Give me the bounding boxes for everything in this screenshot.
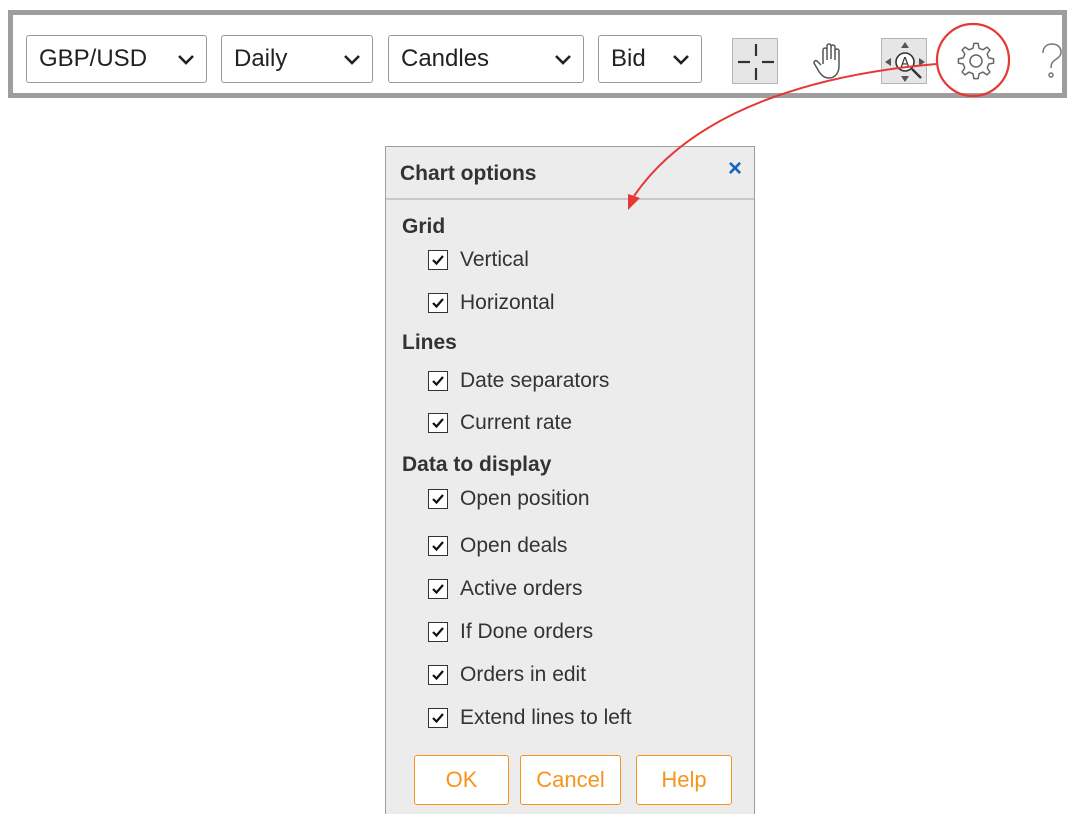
pan-tool-button[interactable]: [809, 38, 855, 84]
chevron-down-icon: [673, 55, 689, 65]
checkmark-icon: [432, 494, 444, 505]
option-label: Date separators: [460, 369, 610, 392]
option-extend-lines-left[interactable]: Extend lines to left: [428, 704, 632, 732]
chart-options-dialog: Chart options × Grid Vertical Horizontal…: [385, 146, 755, 814]
dialog-title: Chart options: [400, 162, 537, 185]
option-label: If Done orders: [460, 620, 594, 643]
hand-pan-icon: [813, 43, 840, 79]
option-open-deals[interactable]: Open deals: [428, 532, 567, 560]
checkbox[interactable]: [428, 579, 448, 599]
section-data-title: Data to display: [402, 453, 552, 476]
period-select[interactable]: Daily: [221, 35, 373, 83]
option-label: Open position: [460, 487, 590, 510]
option-label: Active orders: [460, 577, 583, 600]
help-icon: [1042, 43, 1062, 78]
option-if-done-orders[interactable]: If Done orders: [428, 618, 593, 646]
svg-text:A: A: [901, 56, 910, 71]
option-active-orders[interactable]: Active orders: [428, 575, 583, 603]
option-label: Current rate: [460, 411, 573, 434]
checkmark-icon: [432, 298, 444, 309]
chevron-down-icon: [344, 55, 360, 65]
chart-type-select[interactable]: Candles: [388, 35, 584, 83]
checkmark-icon: [432, 418, 444, 429]
option-label: Horizontal: [460, 291, 555, 314]
option-open-position[interactable]: Open position: [428, 485, 590, 513]
auto-scale-icon: A: [885, 42, 925, 82]
checkbox[interactable]: [428, 622, 448, 642]
checkbox[interactable]: [428, 665, 448, 685]
price-side-value: Bid: [611, 45, 646, 72]
checkbox[interactable]: [428, 536, 448, 556]
section-lines-title: Lines: [402, 331, 457, 354]
option-orders-in-edit[interactable]: Orders in edit: [428, 661, 586, 689]
cancel-button[interactable]: Cancel: [520, 755, 621, 805]
dialog-header: Chart options ×: [386, 147, 754, 200]
crosshair-icon: [738, 44, 774, 80]
checkmark-icon: [432, 627, 444, 638]
help-dialog-button[interactable]: Help: [636, 755, 732, 805]
checkmark-icon: [432, 670, 444, 681]
option-vertical[interactable]: Vertical: [428, 246, 529, 274]
checkbox[interactable]: [428, 250, 448, 270]
close-icon[interactable]: ×: [728, 155, 742, 183]
price-side-select[interactable]: Bid: [598, 35, 702, 83]
option-horizontal[interactable]: Horizontal: [428, 289, 555, 317]
option-label: Open deals: [460, 534, 568, 557]
chevron-down-icon: [178, 55, 194, 65]
symbol-select[interactable]: GBP/USD: [26, 35, 207, 83]
chart-options-button[interactable]: [953, 38, 999, 84]
checkbox[interactable]: [428, 293, 448, 313]
option-date-separators[interactable]: Date separators: [428, 367, 609, 395]
period-value: Daily: [234, 45, 288, 72]
chevron-down-icon: [555, 55, 571, 65]
symbol-value: GBP/USD: [39, 45, 148, 72]
chart-toolbar: GBP/USD Daily Candles Bid A: [8, 10, 1067, 98]
auto-scale-button[interactable]: A: [881, 38, 927, 84]
help-button[interactable]: [1029, 38, 1075, 84]
option-label: Vertical: [460, 248, 529, 271]
checkbox[interactable]: [428, 489, 448, 509]
option-current-rate[interactable]: Current rate: [428, 409, 572, 437]
checkmark-icon: [432, 541, 444, 552]
checkmark-icon: [432, 255, 444, 266]
option-label: Extend lines to left: [460, 706, 632, 729]
option-label: Orders in edit: [460, 663, 587, 686]
checkbox[interactable]: [428, 708, 448, 728]
checkbox[interactable]: [428, 371, 448, 391]
chart-type-value: Candles: [401, 45, 490, 72]
checkmark-icon: [432, 376, 444, 387]
checkmark-icon: [432, 713, 444, 724]
checkmark-icon: [432, 584, 444, 595]
section-grid-title: Grid: [402, 215, 446, 238]
ok-button[interactable]: OK: [414, 755, 509, 805]
checkbox[interactable]: [428, 413, 448, 433]
gear-icon: [957, 42, 995, 80]
crosshair-tool-button[interactable]: [732, 38, 778, 84]
